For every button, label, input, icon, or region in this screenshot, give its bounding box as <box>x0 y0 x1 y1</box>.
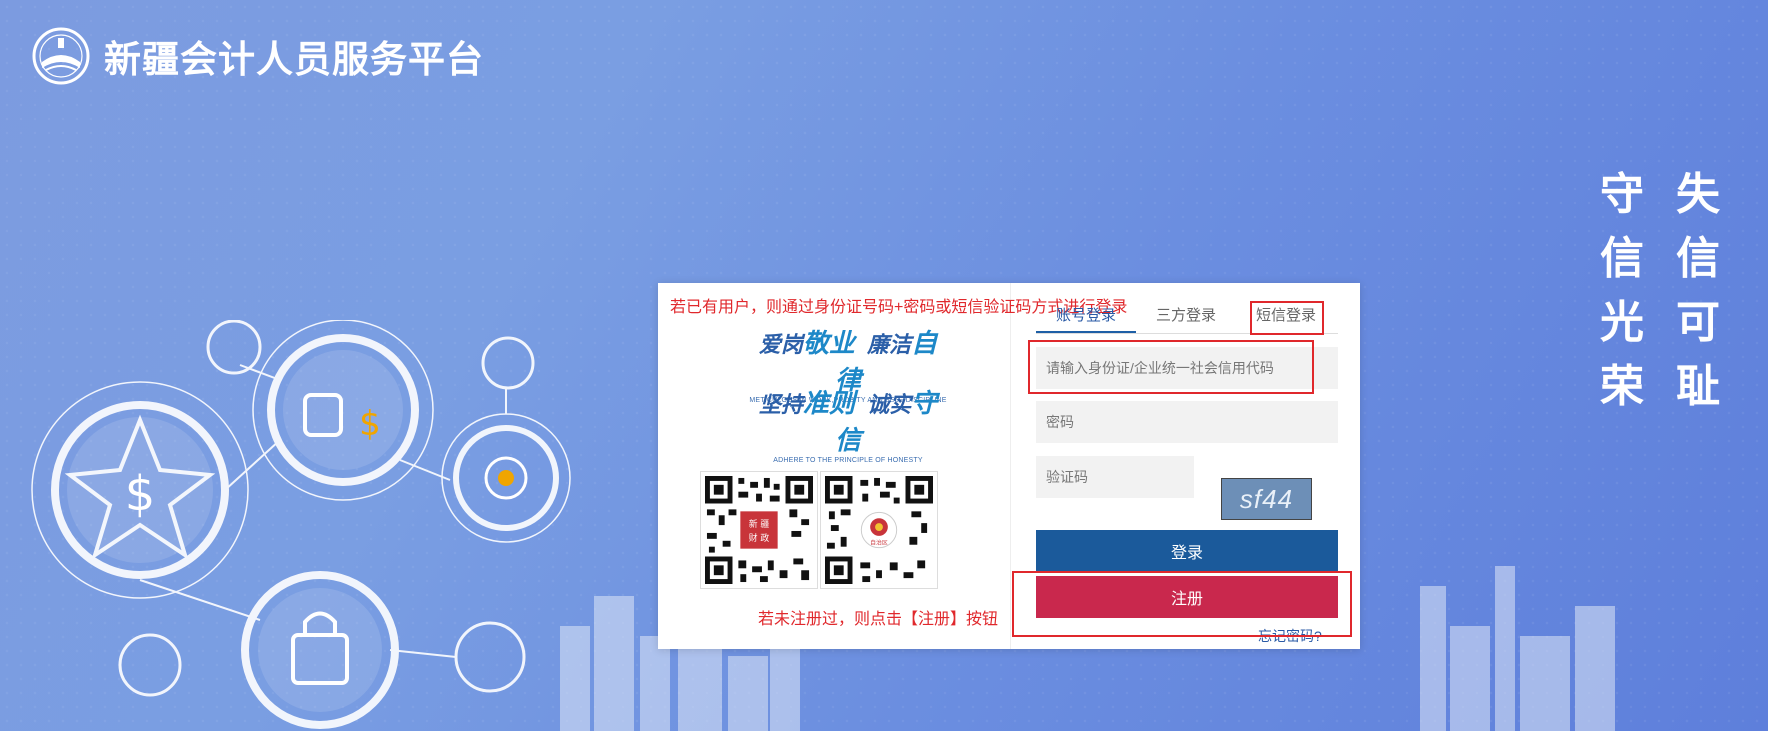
login-card: 若已有用户，则通过身份证号码+密码或短信验证码方式进行登录 爱岗敬业 廉洁自律 … <box>658 283 1360 649</box>
qr-code-icon: 自治区 <box>825 476 933 584</box>
qr-code-finance: 新 疆 财 政 <box>700 471 818 589</box>
slogan-prefix: 廉洁 <box>867 332 912 357</box>
emblem-icon <box>32 27 90 85</box>
svg-text:财 政: 财 政 <box>749 532 770 544</box>
motto-char: 荣 <box>1600 361 1644 412</box>
motto-char: 光 <box>1600 297 1644 348</box>
slogan-prefix: 坚持 <box>758 392 803 417</box>
slogan-prefix: 诚实 <box>867 392 912 417</box>
motto-char: 信 <box>1676 233 1720 284</box>
register-notice: 若未注册过，则点击【注册】按钮 <box>758 611 999 628</box>
slogan-main: 准则 <box>802 388 855 418</box>
forgot-password-link[interactable]: 忘记密码? <box>1258 626 1322 646</box>
qr2-label: 自治区 <box>870 539 888 547</box>
register-button[interactable]: 注册 <box>1036 576 1338 618</box>
slogan-subtitle: ADHERE TO THE PRINCIPLE OF HONESTY <box>773 457 923 464</box>
svg-text:新 疆: 新 疆 <box>749 518 770 530</box>
login-tabs: 账号登录 三方登录 短信登录 <box>1036 303 1338 334</box>
motto-char: 守 <box>1600 169 1644 220</box>
id-input[interactable] <box>1036 347 1338 389</box>
login-button[interactable]: 登录 <box>1036 530 1338 572</box>
tab-account-login[interactable]: 账号登录 <box>1036 303 1136 333</box>
site-title: 新疆会计人员服务平台 <box>104 39 484 80</box>
qr-code-gov: 自治区 <box>820 471 938 589</box>
site-logo: 新疆会计人员服务平台 <box>28 26 484 86</box>
slogan-main: 敬业 <box>802 328 855 358</box>
motto-column-right: 失 信 可 耻 <box>1676 170 1720 412</box>
tab-third-party-login[interactable]: 三方登录 <box>1136 303 1236 333</box>
qr-code-icon: 新 疆 财 政 <box>705 476 813 584</box>
tab-sms-login[interactable]: 短信登录 <box>1236 303 1336 333</box>
svg-text:$: $ <box>125 466 156 522</box>
slogan-2: 坚持准则 诚实守信 ADHERE TO THE PRINCIPLE OF HON… <box>748 383 948 464</box>
motto-char: 耻 <box>1676 361 1720 412</box>
captcha-text: sf44 <box>1239 483 1294 514</box>
svg-text:$: $ <box>359 404 381 444</box>
motto-char: 信 <box>1600 233 1644 284</box>
captcha-input[interactable] <box>1036 456 1194 498</box>
slogan-prefix: 爱岗 <box>758 332 803 357</box>
card-info-panel: 若已有用户，则通过身份证号码+密码或短信验证码方式进行登录 爱岗敬业 廉洁自律 … <box>658 283 1127 649</box>
captcha-image[interactable]: sf44 <box>1221 478 1312 520</box>
password-input[interactable] <box>1036 401 1338 443</box>
motto-column-left: 守 信 光 荣 <box>1600 170 1644 412</box>
finance-infographic: $ $ <box>31 320 571 729</box>
motto-char: 失 <box>1676 169 1720 220</box>
motto: 守 信 光 荣 失 信 可 耻 <box>1600 170 1720 412</box>
motto-char: 可 <box>1676 297 1720 348</box>
